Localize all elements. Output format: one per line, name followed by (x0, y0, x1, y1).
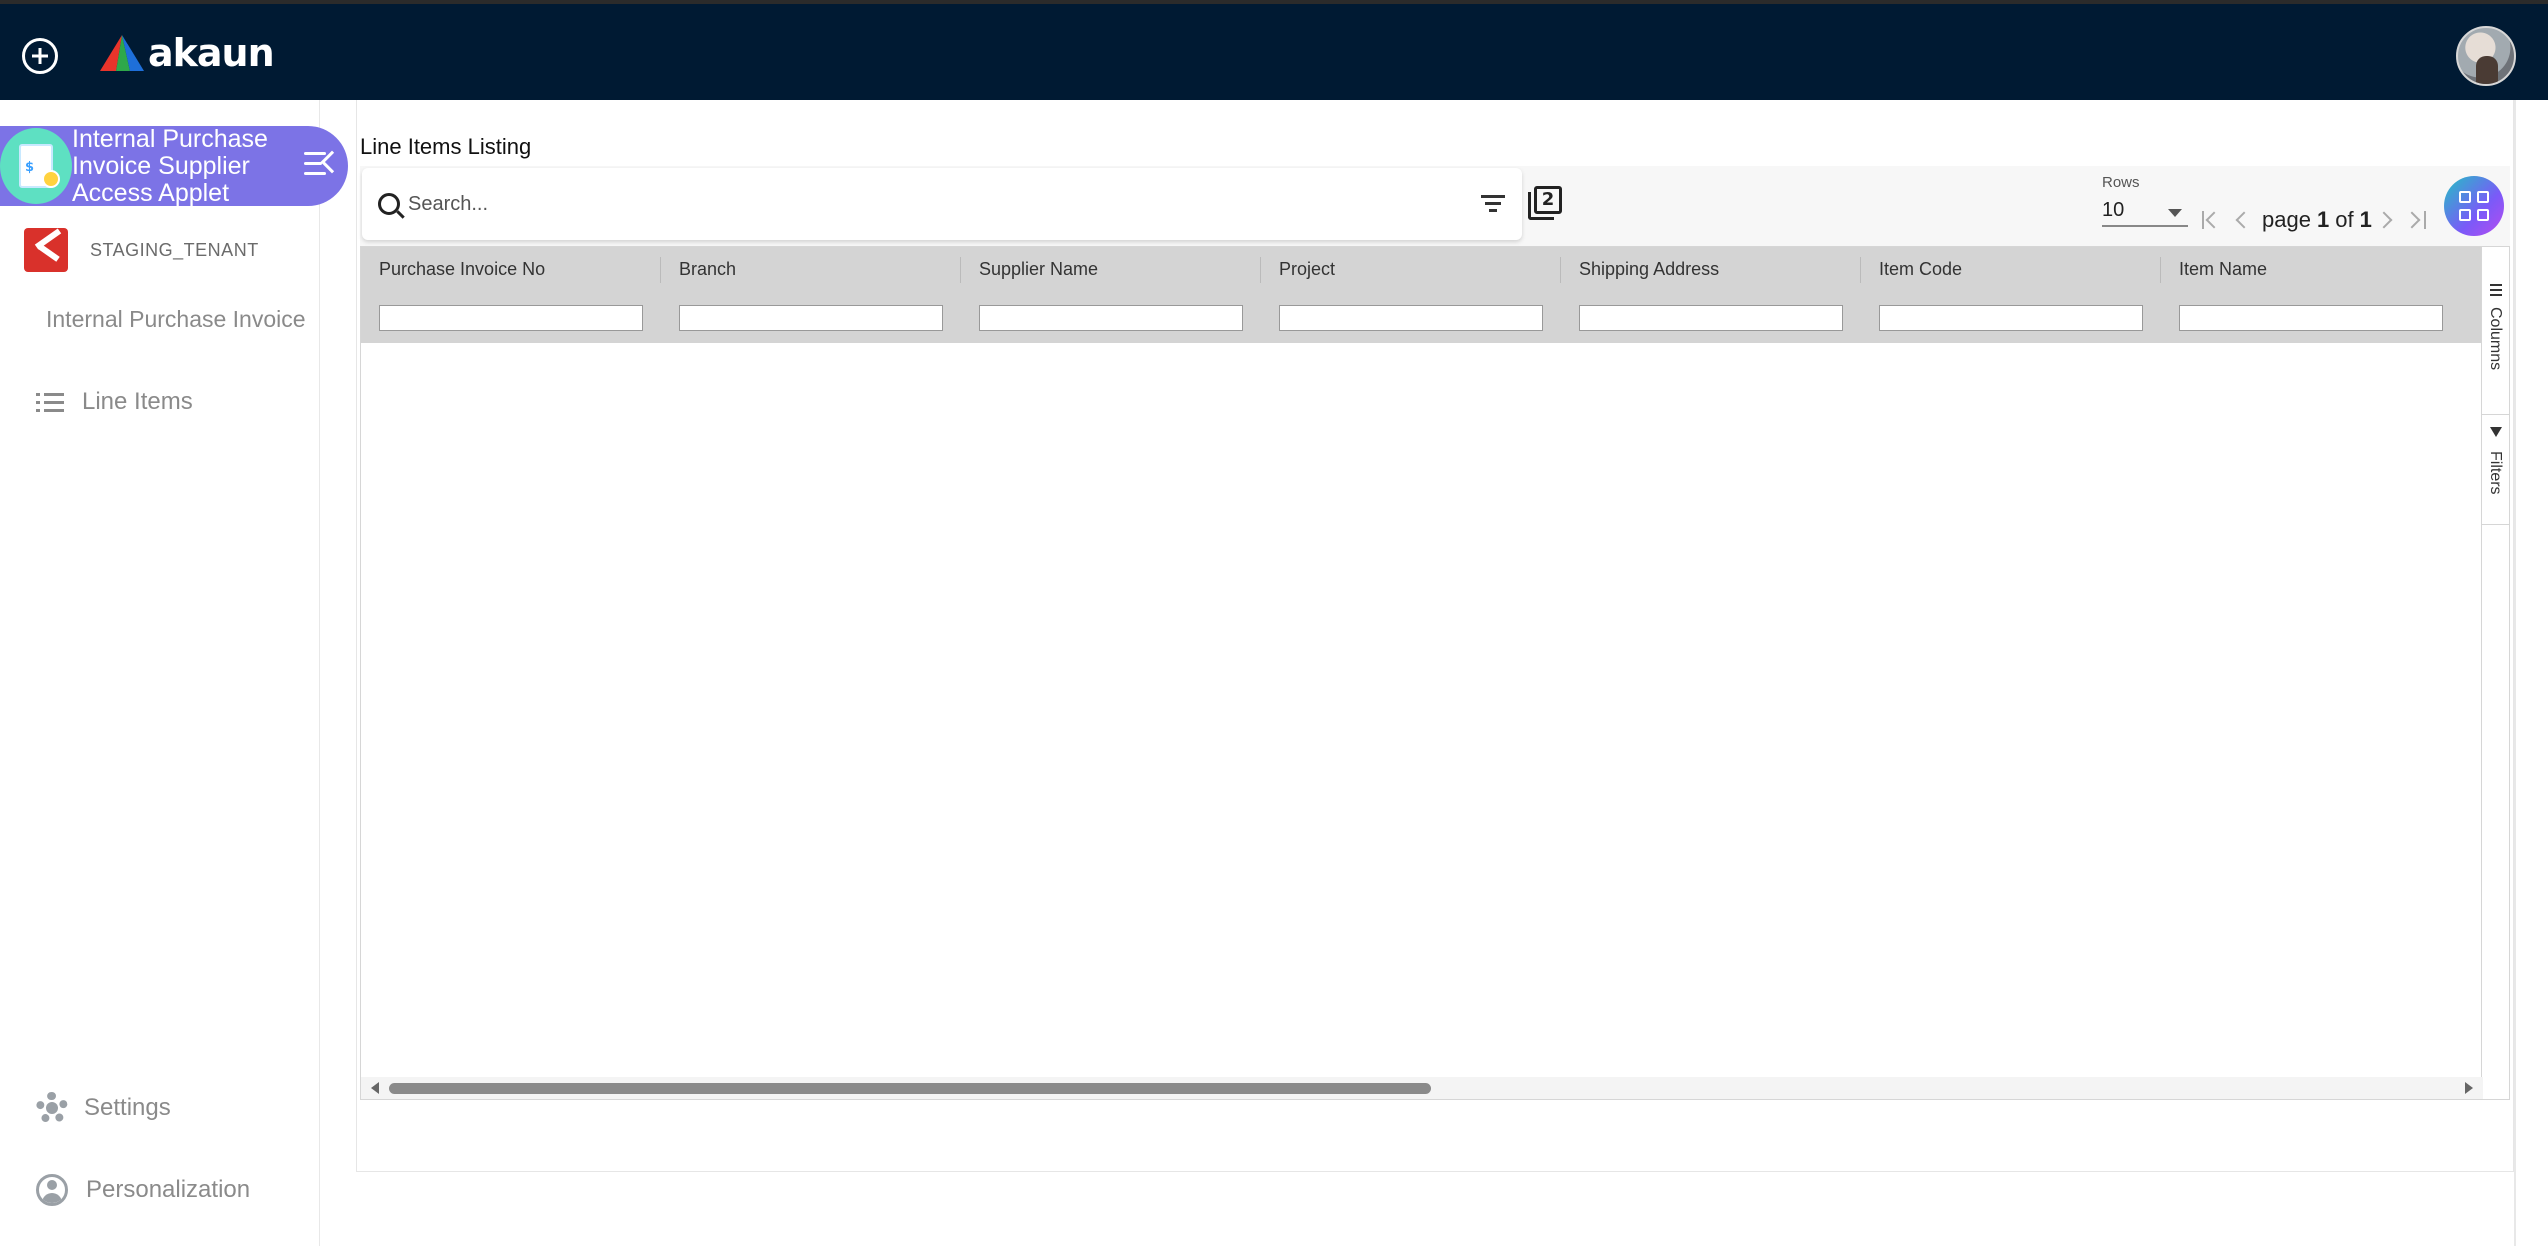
column-header: Purchase Invoice No (379, 259, 546, 279)
grid-header: Purchase Invoice No Branch Supplier Name… (361, 247, 2483, 343)
sidebar-item-label: Settings (84, 1094, 171, 1121)
rows-select[interactable]: 10 (2102, 197, 2188, 227)
pagination: page 1 of 1 (2196, 202, 2432, 238)
columns-tool-tab[interactable]: Columns (2482, 271, 2510, 415)
invoice-icon (0, 128, 72, 204)
tenant-selector[interactable]: STAGING_TENANT (24, 228, 259, 272)
column-header: Branch (679, 259, 737, 279)
top-bar: akaun (0, 0, 2548, 100)
scrollbar-thumb[interactable] (389, 1083, 1431, 1094)
search-icon (378, 193, 400, 215)
copy-count: 2 (1534, 186, 1562, 214)
sidebar-item-internal-purchase-invoice[interactable]: Internal Purchase Invoice (46, 306, 320, 333)
sidebar-item-label: Line Items (82, 388, 193, 415)
current-page: 1 (2316, 207, 2330, 232)
logo-mark-icon (100, 35, 144, 71)
grid-side-panel: Columns Filters (2481, 247, 2510, 1099)
horizontal-scrollbar[interactable] (361, 1077, 2483, 1099)
column-header: Supplier Name (979, 259, 1099, 279)
column-filter-input[interactable] (679, 305, 943, 331)
column-filter-input[interactable] (379, 305, 643, 331)
column-filter-input[interactable] (1579, 305, 1843, 331)
grid-view-button[interactable] (2444, 176, 2504, 236)
sidebar-item-label: Personalization (86, 1176, 251, 1203)
column-supplier-name[interactable]: Supplier Name (961, 247, 1261, 343)
column-header: Item Name (2179, 259, 2268, 279)
column-filter-input[interactable] (1879, 305, 2143, 331)
column-header: Project (1279, 259, 1336, 279)
column-item-name[interactable]: Item Name (2161, 247, 2461, 343)
column-shipping-address[interactable]: Shipping Address (1561, 247, 1861, 343)
applet-banner: Internal Purchase Invoice Supplier Acces… (0, 125, 348, 207)
grid-icon (2459, 191, 2489, 221)
of-word: of (2335, 207, 2354, 232)
column-header: Shipping Address (1579, 259, 1720, 279)
column-filter-input[interactable] (979, 305, 1243, 331)
list-icon (36, 391, 66, 413)
filter-icon[interactable] (1480, 194, 1506, 214)
rows-per-page: Rows 10 (2102, 174, 2188, 227)
data-grid: Purchase Invoice No Branch Supplier Name… (360, 246, 2510, 1100)
filters-tool-tab[interactable]: Filters (2482, 415, 2510, 525)
column-item-code[interactable]: Item Code (1861, 247, 2161, 343)
tenant-logo-icon (24, 228, 68, 272)
copy-icon[interactable]: 2 (1528, 186, 1562, 220)
sidebar-item-line-items[interactable]: Line Items (36, 388, 193, 416)
gear-icon (36, 1092, 68, 1124)
scroll-right-icon[interactable] (2465, 1082, 2473, 1094)
last-page-button[interactable] (2402, 205, 2432, 235)
column-project[interactable]: Project (1261, 247, 1561, 343)
column-filter-input[interactable] (2179, 305, 2443, 331)
columns-icon (2490, 283, 2502, 297)
column-filter-input[interactable] (1279, 305, 1543, 331)
column-purchase-invoice-no[interactable]: Purchase Invoice No (361, 247, 661, 343)
next-page-button[interactable] (2372, 205, 2402, 235)
add-circle-button[interactable] (22, 38, 58, 74)
rows-label: Rows (2102, 174, 2140, 191)
prev-page-button[interactable] (2226, 205, 2256, 235)
columns-tab-label: Columns (2487, 307, 2504, 371)
filters-tab-label: Filters (2487, 451, 2504, 495)
page-title: Line Items Listing (360, 134, 532, 159)
total-pages: 1 (2359, 207, 2372, 232)
applet-title: Internal Purchase Invoice Supplier Acces… (72, 125, 268, 207)
main-right-border (2514, 100, 2516, 1246)
first-page-button[interactable] (2196, 205, 2226, 235)
person-icon (36, 1174, 68, 1206)
sidebar-item-settings[interactable]: Settings (36, 1092, 171, 1124)
search-input[interactable] (408, 192, 1470, 216)
tenant-label: STAGING_TENANT (90, 239, 259, 260)
filter-funnel-icon (2490, 427, 2502, 437)
scroll-left-icon[interactable] (371, 1082, 379, 1094)
brand-name: akaun (148, 31, 275, 75)
user-avatar[interactable] (2456, 26, 2516, 86)
collapse-sidebar-icon[interactable] (304, 148, 344, 180)
sidebar-item-personalization[interactable]: Personalization (36, 1174, 250, 1206)
column-header: Item Code (1879, 259, 1963, 279)
column-branch[interactable]: Branch (661, 247, 961, 343)
sidebar: Internal Purchase Invoice Supplier Acces… (0, 100, 348, 1246)
brand-logo[interactable]: akaun (100, 30, 275, 76)
search-bar (362, 168, 1522, 240)
page-word: page (2262, 207, 2311, 232)
